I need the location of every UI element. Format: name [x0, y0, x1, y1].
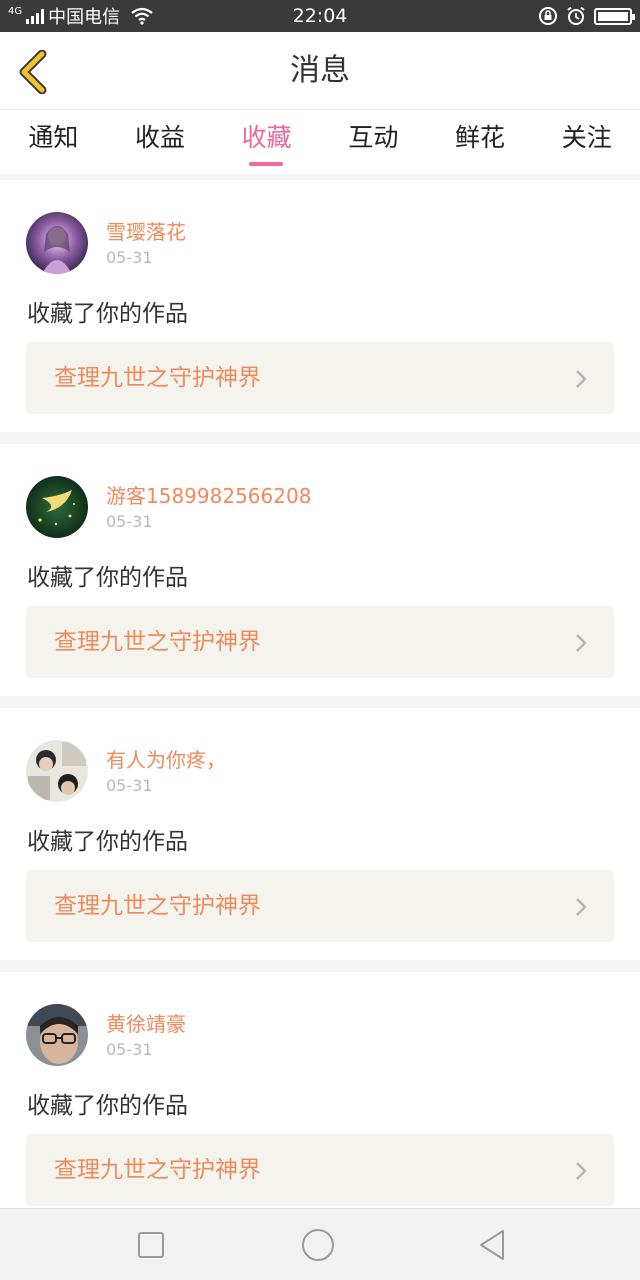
avatar[interactable]: [26, 1004, 88, 1066]
message-card: 雪璎落花 05-31 收藏了你的作品 查理九世之守护神界: [0, 180, 640, 432]
page: 4G 中国电信 22:04 消息 通知 收益 收藏 互动 鲜花 关注 雪璎落花 …: [0, 0, 640, 1280]
message-date: 05-31: [106, 776, 153, 795]
status-bar: 4G 中国电信 22:04: [0, 0, 640, 32]
system-nav-bar: [0, 1208, 640, 1280]
username[interactable]: 黄徐靖豪: [106, 1008, 186, 1037]
status-right: [538, 0, 635, 32]
work-link[interactable]: 查理九世之守护神界: [26, 1134, 614, 1206]
chevron-right-icon: [576, 898, 587, 916]
work-link[interactable]: 查理九世之守护神界: [26, 342, 614, 414]
work-link[interactable]: 查理九世之守护神界: [26, 870, 614, 942]
message-action: 收藏了你的作品: [27, 829, 188, 855]
work-title: 查理九世之守护神界: [54, 1157, 261, 1183]
tab-notifications[interactable]: 通知: [0, 110, 107, 174]
square-recents-icon[interactable]: [133, 1227, 169, 1263]
message-date: 05-31: [106, 1040, 153, 1059]
page-title: 消息: [290, 53, 350, 88]
chevron-right-icon: [576, 1162, 587, 1180]
chevron-right-icon: [576, 370, 587, 388]
message-date: 05-31: [106, 248, 153, 267]
triangle-back-icon[interactable]: [474, 1227, 510, 1263]
tab-bar: 通知 收益 收藏 互动 鲜花 关注: [0, 110, 640, 174]
battery-icon: [594, 7, 635, 25]
message-card: 有人为你疼， 05-31 收藏了你的作品 查理九世之守护神界: [0, 708, 640, 960]
tab-flowers[interactable]: 鲜花: [427, 110, 534, 174]
message-action: 收藏了你的作品: [27, 301, 188, 327]
work-title: 查理九世之守护神界: [54, 365, 261, 391]
message-action: 收藏了你的作品: [27, 1093, 188, 1119]
tab-favorites[interactable]: 收藏: [213, 110, 320, 174]
rotation-lock-icon: [539, 7, 557, 25]
message-card: 游客1589982566208 05-31 收藏了你的作品 查理九世之守护神界: [0, 444, 640, 696]
work-title: 查理九世之守护神界: [54, 629, 261, 655]
header: 消息: [0, 32, 640, 110]
message-date: 05-31: [106, 512, 153, 531]
tab-interactions[interactable]: 互动: [320, 110, 427, 174]
username[interactable]: 游客1589982566208: [106, 480, 311, 509]
work-title: 查理九世之守护神界: [54, 893, 261, 919]
tab-earnings[interactable]: 收益: [107, 110, 214, 174]
alarm-icon: [567, 6, 585, 25]
circle-home-icon[interactable]: [300, 1227, 336, 1263]
message-action: 收藏了你的作品: [27, 565, 188, 591]
avatar[interactable]: [26, 476, 88, 538]
message-card: 黄徐靖豪 05-31 收藏了你的作品 查理九世之守护神界: [0, 972, 640, 1208]
username[interactable]: 雪璎落花: [106, 216, 186, 245]
username[interactable]: 有人为你疼，: [106, 744, 226, 773]
avatar[interactable]: [26, 740, 88, 802]
work-link[interactable]: 查理九世之守护神界: [26, 606, 614, 678]
avatar[interactable]: [26, 212, 88, 274]
chevron-right-icon: [576, 634, 587, 652]
tab-follows[interactable]: 关注: [533, 110, 640, 174]
